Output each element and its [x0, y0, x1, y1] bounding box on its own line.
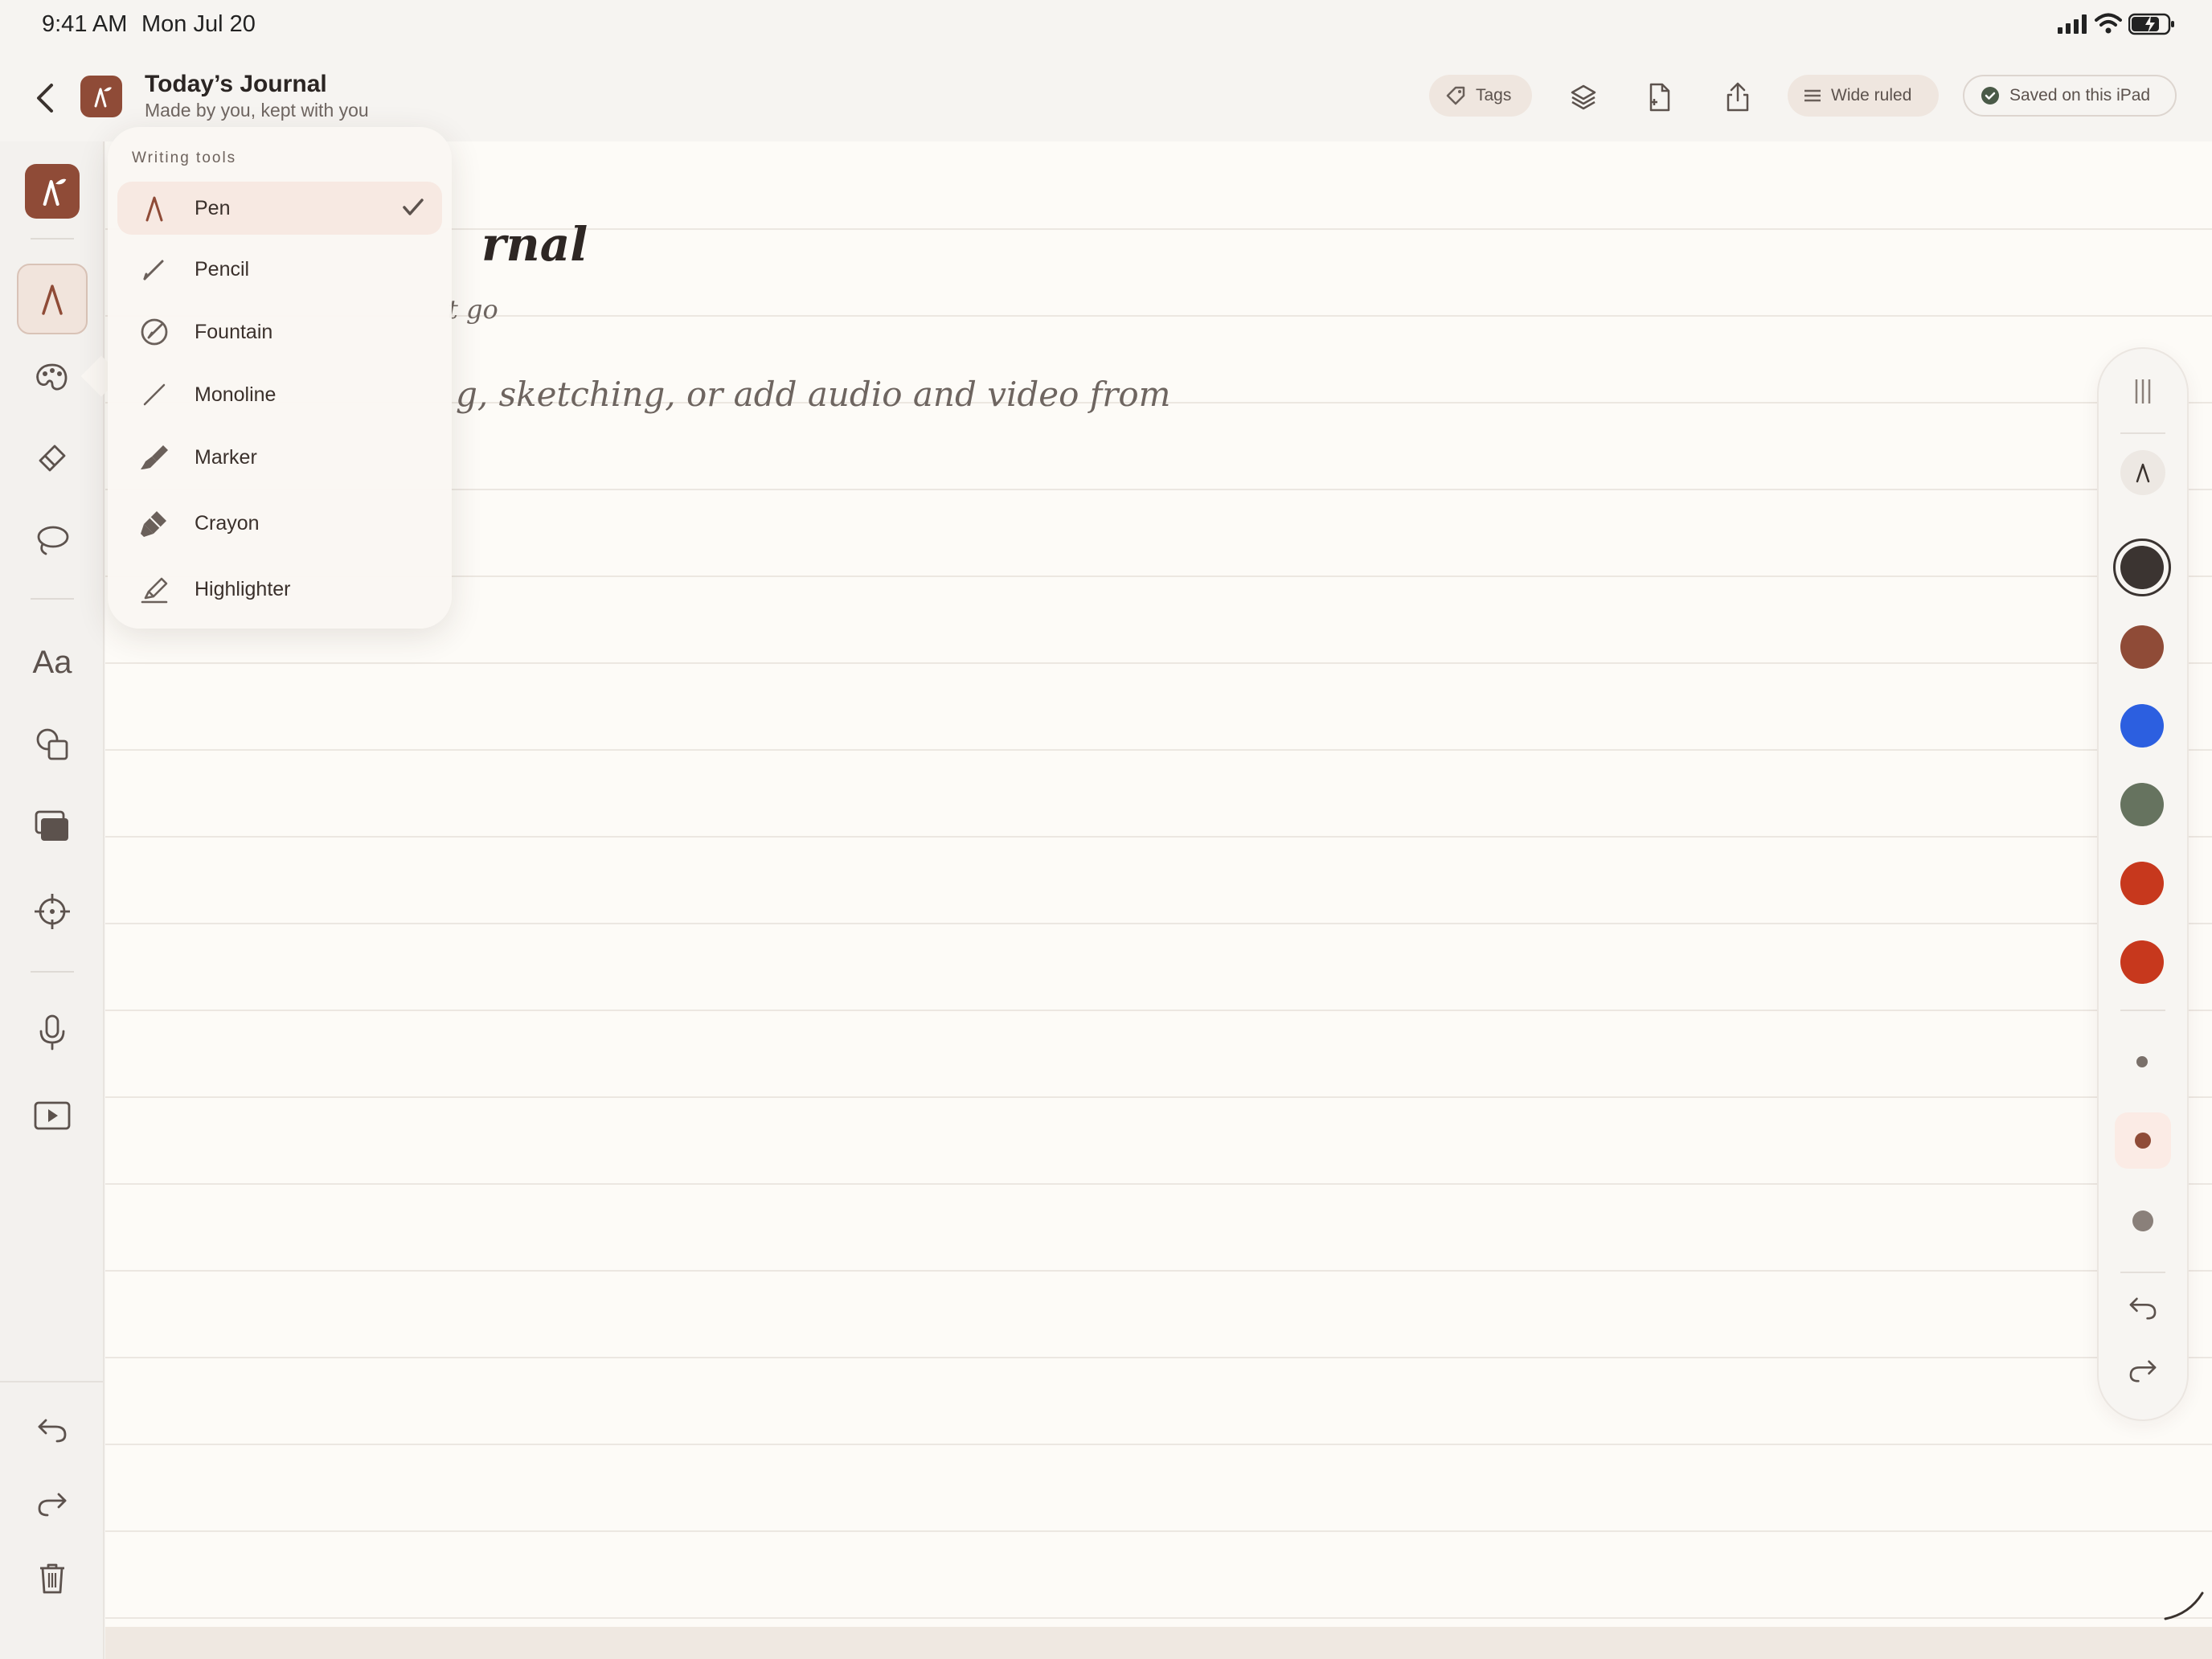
page-footer-strip [105, 1627, 2212, 1659]
color-swatch-selected[interactable] [2113, 539, 2171, 596]
wifi-icon [2095, 13, 2122, 34]
color-swatch[interactable] [2120, 704, 2164, 748]
palette-icon[interactable] [17, 342, 88, 413]
eraser-icon[interactable] [17, 421, 88, 492]
saved-status-button[interactable]: Saved on this iPad [1963, 75, 2177, 117]
tool-item-fountain[interactable]: Fountain [117, 305, 442, 358]
redo-icon[interactable] [17, 1469, 88, 1540]
pen-icon [137, 190, 172, 226]
share-icon[interactable] [1715, 75, 1760, 120]
app-logo-icon[interactable] [17, 156, 88, 227]
marker-icon [137, 440, 172, 475]
fountain-pen-icon [137, 314, 172, 350]
tool-label: Pencil [195, 257, 250, 281]
stroke-size-medium[interactable] [2115, 1112, 2171, 1169]
swatch-fill [2120, 546, 2164, 589]
color-swatch[interactable] [2120, 783, 2164, 826]
color-swatch[interactable] [2120, 625, 2164, 669]
highlighter-icon [137, 571, 172, 607]
text-icon[interactable]: Aa [17, 627, 88, 698]
lines-icon [1804, 88, 1821, 103]
tool-label: Monoline [195, 383, 276, 406]
popover-title: Writing tools [132, 150, 237, 166]
tags-label: Tags [1476, 86, 1512, 104]
tool-item-highlighter[interactable]: Highlighter [117, 563, 442, 616]
tags-button[interactable]: Tags [1429, 75, 1532, 117]
status-time: 9:41 AM [42, 11, 128, 37]
tool-label: Fountain [195, 320, 273, 343]
color-palette [2097, 347, 2189, 1421]
page-curl-icon[interactable] [2162, 1590, 2206, 1622]
stroke-size-large[interactable] [2132, 1210, 2153, 1231]
stroke-size-small[interactable] [2136, 1056, 2148, 1067]
add-page-icon[interactable] [1636, 75, 1682, 120]
battery-charging-icon [2128, 13, 2175, 35]
saved-label: Saved on this iPad [2009, 86, 2151, 104]
handwritten-subtitle: t go [448, 294, 498, 325]
drag-handle-icon[interactable] [2132, 378, 2153, 405]
check-circle-icon [1981, 86, 2000, 105]
monoline-icon [137, 377, 172, 412]
undo-icon[interactable] [2128, 1296, 2158, 1321]
tool-label: Highlighter [195, 577, 291, 600]
crayon-icon [137, 506, 172, 541]
tool-label: Marker [195, 445, 257, 469]
status-bar: 9:41 AM Mon Jul 20 [0, 0, 2212, 51]
writing-tools-popover: Writing tools Pen Pencil Fountain Monoli… [108, 127, 452, 629]
microphone-icon[interactable] [17, 997, 88, 1067]
tool-item-pen[interactable]: Pen [117, 182, 442, 235]
cellular-signal-icon [2058, 14, 2088, 34]
current-pen-icon[interactable] [2120, 450, 2165, 495]
video-icon[interactable] [17, 1080, 88, 1151]
page-subtitle: Made by you, kept with you [145, 100, 369, 121]
color-swatch[interactable] [2120, 862, 2164, 905]
tool-item-monoline[interactable]: Monoline [117, 368, 442, 421]
pen-tool-icon[interactable] [17, 264, 88, 334]
lasso-icon[interactable] [17, 505, 88, 576]
handwritten-title: rnal [481, 217, 588, 272]
handwritten-body: g, sketching, or add audio and video fro… [456, 375, 1171, 414]
stickers-icon[interactable] [17, 791, 88, 862]
undo-icon[interactable] [17, 1395, 88, 1466]
tool-item-marker[interactable]: Marker [117, 431, 442, 484]
tool-item-crayon[interactable]: Crayon [117, 497, 442, 550]
layers-icon[interactable] [1561, 75, 1606, 120]
tool-label: Pen [195, 196, 231, 219]
journal-app-icon [80, 76, 122, 117]
tool-label: Crayon [195, 511, 260, 535]
redo-icon[interactable] [2128, 1358, 2158, 1384]
shapes-icon[interactable] [17, 709, 88, 780]
back-chevron-icon[interactable] [29, 76, 61, 121]
checkmark-icon [402, 198, 424, 217]
ruling-label: Wide ruled [1831, 86, 1912, 104]
page-title: Today’s Journal [145, 71, 327, 97]
status-date: Mon Jul 20 [141, 11, 256, 37]
ruling-button[interactable]: Wide ruled [1788, 75, 1939, 117]
trash-icon[interactable] [17, 1543, 88, 1614]
tool-item-pencil[interactable]: Pencil [117, 243, 442, 296]
target-icon[interactable] [17, 876, 88, 947]
color-swatch[interactable] [2120, 940, 2164, 984]
tag-icon [1445, 85, 1466, 106]
pencil-icon [137, 252, 172, 287]
